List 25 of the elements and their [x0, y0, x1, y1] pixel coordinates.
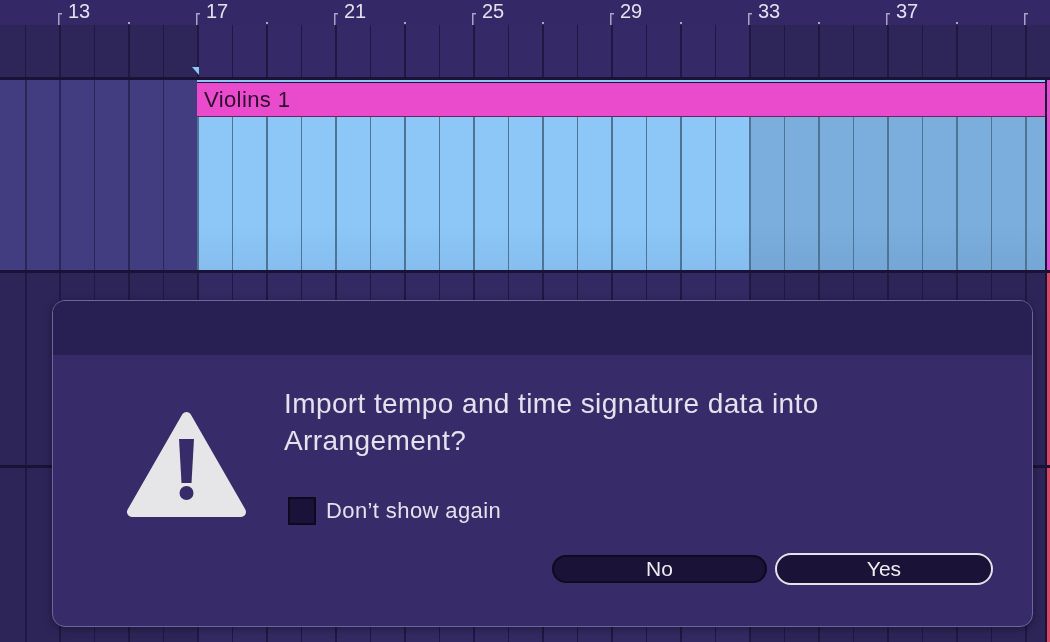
bar-number: 21	[344, 1, 367, 21]
dialog-button[interactable]: No	[552, 555, 767, 583]
bar-number: 33	[758, 1, 781, 21]
ruler-tick-icon	[196, 13, 200, 25]
ruler-tick-icon	[58, 13, 62, 25]
ruler-tick-icon	[334, 13, 338, 25]
bar-number: 17	[206, 1, 229, 21]
checkbox[interactable]	[288, 497, 316, 525]
warning-icon	[127, 411, 246, 517]
ruler-tick-icon	[886, 13, 890, 25]
dialog-message: Import tempo and time signature data into Arrangement?	[284, 387, 820, 458]
timeline-ruler[interactable]: 13 17 21 25 29 33 37	[0, 0, 1050, 77]
ruler-tick-icon	[610, 13, 614, 25]
clip-name: Violins 1	[197, 83, 1045, 117]
bar-number: 37	[896, 1, 919, 21]
checkbox-label[interactable]: Don’t show again	[326, 498, 502, 524]
midi-clip[interactable]: Violins 1	[197, 80, 1045, 270]
loop-start-marker-icon[interactable]	[192, 67, 199, 75]
ruler-tick-icon	[1024, 13, 1028, 25]
dialog-button[interactable]: Yes	[775, 553, 993, 585]
ruler-tick-icon	[748, 13, 752, 25]
bar-number: 25	[482, 1, 505, 21]
ruler-tick-icon	[472, 13, 476, 25]
bar-number: 29	[620, 1, 643, 21]
bar-number: 13	[68, 1, 91, 21]
